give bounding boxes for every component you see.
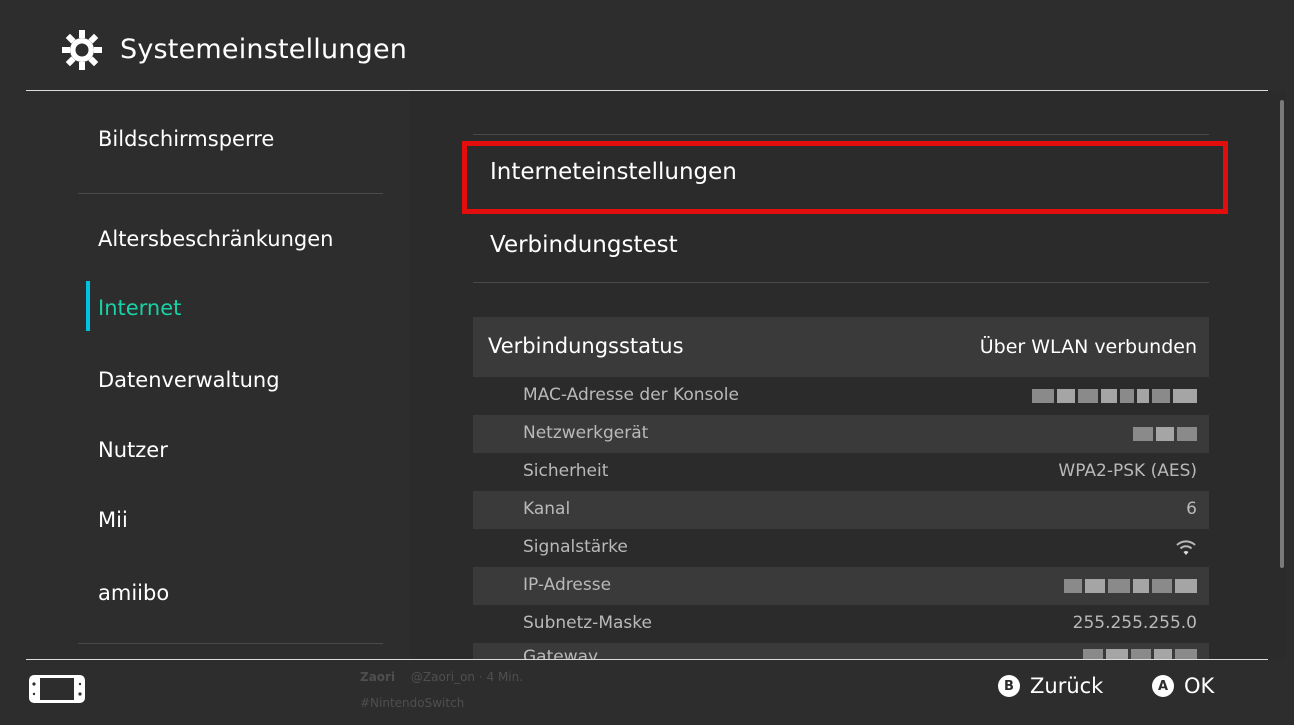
detail-label: Kanal bbox=[523, 499, 571, 519]
detail-row-ip-adresse: IP-Adresse bbox=[473, 567, 1209, 605]
status-label: Verbindungsstatus bbox=[488, 334, 684, 358]
detail-row-netzwerkgeraet: Netzwerkgerät bbox=[473, 415, 1209, 453]
detail-label: Netzwerkgerät bbox=[523, 423, 649, 443]
sidebar-active-indicator bbox=[86, 281, 90, 331]
row-divider bbox=[473, 134, 1209, 135]
back-label: Zurück bbox=[1030, 674, 1104, 698]
gear-icon bbox=[62, 30, 102, 70]
sidebar-divider bbox=[78, 193, 383, 194]
detail-label: Sicherheit bbox=[523, 461, 609, 481]
detail-label: Subnetz-Maske bbox=[523, 613, 652, 633]
detail-label: IP-Adresse bbox=[523, 575, 612, 595]
main-panel: Interneteinstellungen Verbindungstest Ve… bbox=[410, 91, 1286, 659]
header: Systemeinstellungen bbox=[8, 8, 1286, 90]
ok-label: OK bbox=[1184, 674, 1215, 698]
detail-row-signalstaerke: Signalstärke bbox=[473, 529, 1209, 567]
sidebar-item-mii[interactable]: Mii bbox=[98, 508, 128, 532]
sidebar-item-amiibo[interactable]: amiibo bbox=[98, 581, 169, 605]
watermark-time: · 4 Min. bbox=[478, 670, 524, 684]
menu-item-verbindungstest[interactable]: Verbindungstest bbox=[473, 212, 1209, 282]
detail-row-sicherheit: Sicherheit WPA2-PSK (AES) bbox=[473, 453, 1209, 491]
menu-item-label: Verbindungstest bbox=[490, 232, 678, 258]
watermark-handle: @Zaori_on bbox=[410, 670, 476, 684]
watermark-hashtag: #NintendoSwitch bbox=[360, 696, 465, 710]
sidebar-item-bildschirmsperre[interactable]: Bildschirmsperre bbox=[98, 127, 274, 151]
sidebar-item-datenverwaltung[interactable]: Datenverwaltung bbox=[98, 368, 280, 392]
detail-row-subnetz-maske: Subnetz-Maske 255.255.255.0 bbox=[473, 605, 1209, 643]
watermark-name: Zaori bbox=[360, 670, 396, 684]
switch-screen: Systemeinstellungen Bildschirmsperre Alt… bbox=[8, 8, 1286, 717]
detail-label: Signalstärke bbox=[523, 537, 628, 557]
sidebar-divider bbox=[78, 643, 383, 644]
status-value: Über WLAN verbunden bbox=[979, 336, 1197, 358]
detail-row-gateway: Gateway bbox=[473, 643, 1209, 659]
connection-status-header: Verbindungsstatus Über WLAN verbunden bbox=[473, 317, 1209, 377]
page-title: Systemeinstellungen bbox=[120, 34, 408, 65]
sidebar: Bildschirmsperre Altersbeschränkungen In… bbox=[8, 91, 410, 659]
detail-value: WPA2-PSK (AES) bbox=[1058, 461, 1197, 481]
a-button-icon: A bbox=[1152, 675, 1174, 697]
obscured-value bbox=[1133, 427, 1197, 441]
scrollbar[interactable] bbox=[1280, 100, 1284, 568]
obscured-value bbox=[1083, 649, 1197, 659]
detail-value: 255.255.255.0 bbox=[1072, 613, 1197, 633]
b-button-icon: B bbox=[998, 675, 1020, 697]
detail-value: 6 bbox=[1186, 499, 1197, 519]
detail-label: Gateway bbox=[523, 647, 599, 659]
connection-details: MAC-Adresse der Konsole Netzwerkgerät Si… bbox=[473, 377, 1209, 659]
obscured-value bbox=[1032, 389, 1197, 403]
detail-label: MAC-Adresse der Konsole bbox=[523, 385, 739, 405]
sidebar-item-nutzer[interactable]: Nutzer bbox=[98, 438, 168, 462]
console-icon bbox=[29, 675, 85, 703]
wifi-signal-icon bbox=[1176, 540, 1196, 555]
row-divider bbox=[473, 282, 1209, 283]
detail-row-mac: MAC-Adresse der Konsole bbox=[473, 377, 1209, 415]
watermark: Zaori @Zaori_on · 4 Min. #NintendoSwitch bbox=[360, 670, 524, 710]
footer: Zaori @Zaori_on · 4 Min. #NintendoSwitch… bbox=[8, 660, 1286, 717]
ok-button[interactable]: A OK bbox=[1152, 674, 1214, 698]
sidebar-item-altersbeschraenkungen[interactable]: Altersbeschränkungen bbox=[98, 227, 333, 251]
sidebar-item-internet[interactable]: Internet bbox=[98, 296, 181, 320]
detail-row-kanal: Kanal 6 bbox=[473, 491, 1209, 529]
obscured-value bbox=[1064, 579, 1197, 593]
selection-highlight bbox=[462, 141, 1228, 214]
back-button[interactable]: B Zurück bbox=[998, 674, 1103, 698]
